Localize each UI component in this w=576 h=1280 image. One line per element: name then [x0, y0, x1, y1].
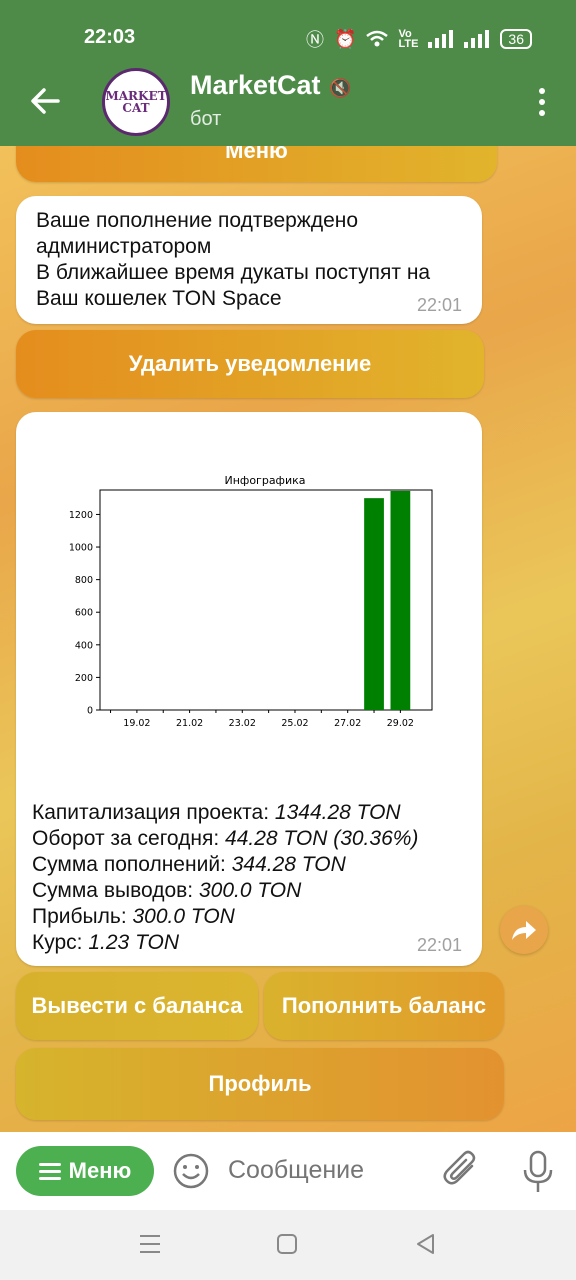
x-tick-label: 19.02 [123, 718, 150, 729]
bar-29.02 [390, 490, 411, 710]
message-time: 22:01 [416, 295, 462, 315]
withdraw-button[interactable]: Вывести с баланса [16, 972, 258, 1040]
message-input-bar: Меню [0, 1132, 576, 1210]
stat-line: Сумма пополнений: 344.28 TON [32, 852, 418, 878]
battery-icon: 36 [500, 29, 532, 49]
message-text: Ваше пополнение подтверждено администрат… [36, 209, 431, 310]
status-icons: Ⓝ ⏰ Vo LTE 36 [306, 26, 532, 52]
muted-icon: 🔇 [329, 78, 352, 98]
status-bar: 22:03 Ⓝ ⏰ Vo LTE 36 [0, 0, 576, 74]
message-input[interactable] [228, 1150, 418, 1190]
y-tick-label: 800 [75, 575, 93, 586]
signal-icon [428, 30, 454, 48]
stat-value: 300.0 TON [132, 905, 235, 928]
system-nav-bar [0, 1210, 576, 1280]
status-time: 22:03 [84, 26, 136, 48]
chat-title[interactable]: MarketCat [190, 70, 321, 101]
chart-title: Инфографика [225, 474, 306, 487]
x-tick-label: 25.02 [281, 718, 308, 729]
message-bubble: Ваше пополнение подтверждено администрат… [16, 196, 482, 324]
y-tick-label: 400 [75, 640, 93, 651]
wifi-icon [366, 30, 389, 47]
stat-label: Курс: [32, 931, 89, 954]
y-tick-label: 0 [87, 706, 93, 717]
message-time: 22:01 [416, 935, 462, 955]
stat-value: 44.28 TON (30.36%) [225, 827, 419, 850]
stat-label: Капитализация проекта: [32, 801, 275, 824]
stats-list: Капитализация проекта: 1344.28 TON Оборот… [32, 800, 418, 956]
chat-subtitle: бот [190, 108, 222, 130]
stat-label: Прибыль: [32, 905, 133, 928]
stat-value: 1344.28 TON [274, 801, 401, 824]
y-tick-label: 600 [75, 608, 93, 619]
stat-line: Прибыль: 300.0 TON [32, 904, 418, 930]
y-tick-label: 1000 [69, 543, 93, 554]
menu-icon [38, 1159, 61, 1184]
y-tick-label: 1200 [69, 510, 93, 521]
x-tick-label: 21.02 [176, 718, 203, 729]
back-nav-icon[interactable] [414, 1232, 436, 1256]
signal-icon-2 [464, 30, 490, 48]
app-header: 22:03 Ⓝ ⏰ Vo LTE 36 MARKET CAT MarketCat … [0, 0, 576, 146]
alarm-icon: ⏰ [334, 28, 357, 49]
bot-menu-button[interactable]: Меню [16, 1146, 154, 1196]
x-tick-label: 27.02 [334, 718, 361, 729]
y-tick-label: 200 [75, 673, 93, 684]
nfc-icon: Ⓝ [306, 30, 325, 50]
profile-button[interactable]: Профиль [16, 1048, 504, 1120]
back-arrow-icon[interactable] [28, 84, 62, 118]
chat-area[interactable]: Меню Ваше пополнение подтверждено админи… [0, 146, 576, 1132]
share-arrow-icon [512, 921, 536, 940]
stat-label: Сумма пополнений: [32, 853, 232, 876]
attach-icon[interactable] [442, 1150, 480, 1190]
x-tick-label: 23.02 [229, 718, 256, 729]
infographic-chart: Инфографика 0 200 400 600 800 1000 1200 19.02 21… [68, 452, 440, 752]
delete-notification-button[interactable]: Удалить уведомление [16, 330, 484, 398]
recent-apps-icon[interactable] [138, 1232, 162, 1256]
stat-value: 300.0 TON [198, 879, 302, 902]
stat-value: 1.23 TON [88, 931, 180, 954]
x-tick-label: 29.02 [387, 718, 414, 729]
stat-value: 344.28 TON [231, 853, 346, 876]
bar-28.02 [364, 498, 384, 710]
stat-line: Капитализация проекта: 1344.28 TON [32, 800, 418, 826]
avatar-logo-text-bottom: CAT [122, 101, 150, 115]
stat-line: Курс: 1.23 TON [32, 930, 418, 956]
more-options-icon[interactable] [538, 88, 546, 121]
stat-label: Сумма выводов: [32, 879, 199, 902]
microphone-icon[interactable] [520, 1150, 556, 1194]
stat-label: Оборот за сегодня: [32, 827, 226, 850]
emoji-icon[interactable] [172, 1152, 210, 1190]
share-button[interactable] [500, 906, 548, 954]
volte-icon: Vo LTE [398, 28, 419, 50]
deposit-button[interactable]: Пополнить баланс [264, 972, 504, 1040]
stat-line: Оборот за сегодня: 44.28 TON (30.36%) [32, 826, 418, 852]
menu-keyboard-button[interactable]: Меню [16, 146, 497, 182]
stat-line: Сумма выводов: 300.0 TON [32, 878, 418, 904]
home-icon[interactable] [276, 1232, 298, 1256]
bot-avatar[interactable]: MARKET CAT [102, 68, 170, 136]
infographic-message: Инфографика 0 200 400 600 800 1000 1200 19.02 21… [16, 412, 482, 966]
chat-header: MARKET CAT MarketCat 🔇 бот [0, 66, 576, 146]
